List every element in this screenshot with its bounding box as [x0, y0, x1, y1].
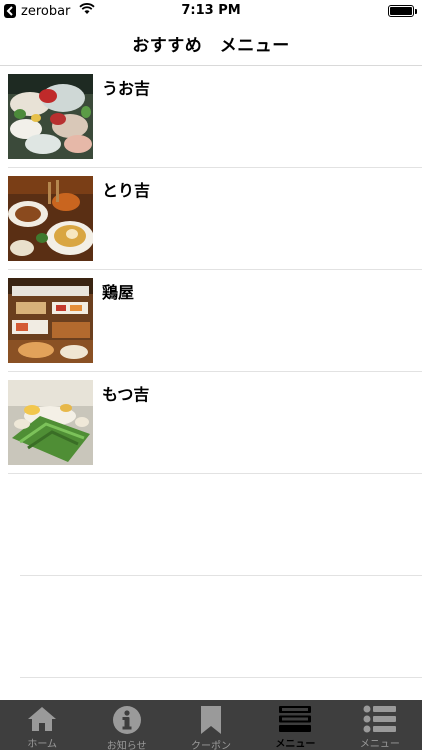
yakitori-dishes-photo: [8, 176, 93, 261]
back-to-app-icon[interactable]: [4, 4, 16, 18]
house-icon: [26, 705, 58, 733]
wifi-icon: [79, 3, 96, 19]
tab-home[interactable]: ホーム: [0, 700, 84, 750]
menu-list: うお吉 とり吉 鶏屋 もつ吉: [0, 66, 422, 678]
chicken-course-photo: [8, 278, 93, 363]
tab-label: ホーム: [27, 739, 58, 750]
info-icon: [112, 705, 142, 735]
tab-news[interactable]: お知らせ: [84, 700, 168, 750]
tab-menu[interactable]: メニュー: [253, 700, 337, 750]
menu-item-title: うお吉: [102, 79, 151, 98]
list-item[interactable]: もつ吉: [0, 372, 422, 474]
bookmark-icon: [199, 705, 223, 735]
tab-menu-list[interactable]: メニュー: [338, 700, 422, 750]
menu-item-title: とり吉: [102, 181, 151, 200]
list-icon: [363, 705, 397, 733]
motsunabe-photo: [8, 380, 93, 465]
tab-label: メニュー: [359, 739, 400, 750]
status-left: zerobar: [4, 3, 96, 19]
sashimi-platter-photo: [8, 74, 93, 159]
menu-item-title: もつ吉: [102, 385, 150, 404]
empty-row: [0, 474, 422, 576]
carrier-name: zerobar: [21, 3, 71, 19]
row-divider: [20, 677, 422, 678]
list-item[interactable]: とり吉: [0, 168, 422, 270]
tab-label: クーポン: [191, 741, 232, 750]
list-item[interactable]: うお吉: [0, 66, 422, 168]
menu-panel-icon: [278, 705, 312, 733]
page-title: おすすめ メニュー: [132, 36, 290, 56]
nav-bar: おすすめ メニュー: [0, 22, 422, 66]
battery-icon: [388, 5, 417, 17]
tab-bar: ホーム お知らせ クーポン メニュー メニュー: [0, 700, 422, 750]
battery-level: [390, 7, 412, 15]
empty-row: [0, 576, 422, 678]
tab-label: メニュー: [275, 739, 316, 750]
tab-label: お知らせ: [106, 741, 147, 750]
status-bar: zerobar 7:13 PM: [0, 0, 422, 22]
list-item[interactable]: 鶏屋: [0, 270, 422, 372]
menu-item-title: 鶏屋: [102, 283, 135, 302]
tab-coupon[interactable]: クーポン: [169, 700, 253, 750]
